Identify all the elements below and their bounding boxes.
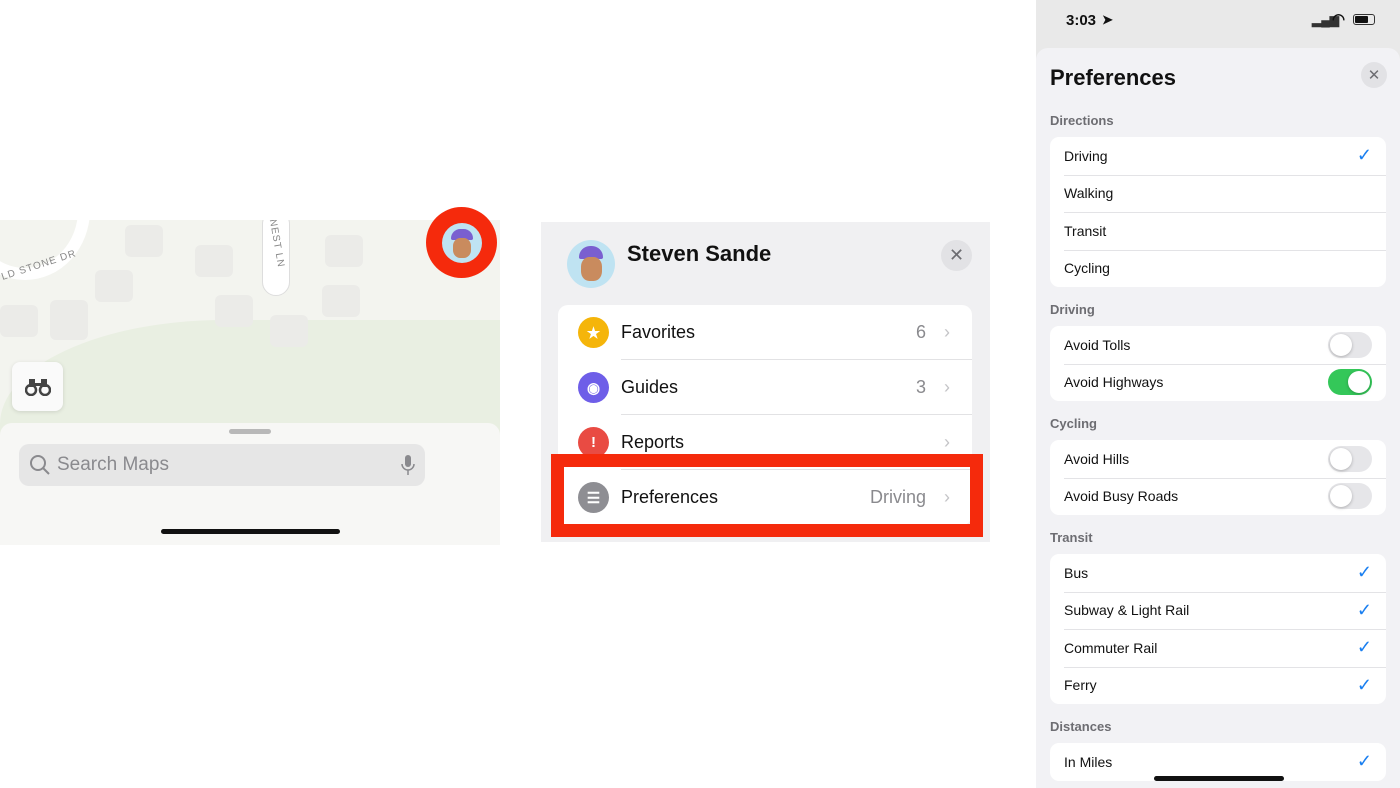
menu-item-favorites[interactable]: ★ Favorites 6 › [558, 305, 972, 360]
settings-group: Bus ✓ Subway & Light Rail ✓ Commuter Rail ✓ Fe… [1050, 554, 1386, 704]
chevron-right-icon: › [944, 322, 950, 342]
settings-row-label: Walking [1064, 185, 1114, 202]
close-button[interactable]: ✕ [1361, 62, 1387, 88]
battery-icon [1353, 14, 1375, 25]
guides-icon: ◉ [578, 372, 609, 403]
menu-item-count: 6 [915, 322, 926, 342]
page-title: Preferences [1050, 65, 1176, 90]
section-header: Driving [1050, 302, 1095, 317]
settings-row-label: Avoid Busy Roads [1064, 488, 1179, 505]
settings-row-label: Driving [1064, 147, 1108, 164]
close-icon: ✕ [948, 245, 965, 265]
settings-row-label: Bus [1064, 564, 1089, 581]
preferences-screen: 3:03 ➤ ▂▄▆ ◠ Preferences ✕ Directions Dri… [1036, 0, 1400, 788]
section-header: Cycling [1050, 416, 1097, 431]
star-icon: ★ [578, 317, 609, 348]
look-around-button[interactable] [12, 362, 63, 411]
settings-row-label: Ferry [1064, 677, 1097, 694]
settings-row[interactable]: Bus ✓ [1050, 554, 1386, 592]
settings-group: In Miles ✓ [1050, 743, 1386, 781]
map-view[interactable]: LD STONE DR NEST LN Search Maps [0, 220, 500, 545]
toggle-switch[interactable] [1328, 331, 1372, 358]
section-header: Distances [1050, 719, 1112, 734]
chevron-right-icon: › [944, 432, 950, 452]
home-indicator [1154, 776, 1284, 781]
highlight-circle [426, 207, 497, 278]
close-button[interactable]: ✕ [941, 240, 972, 271]
settings-row[interactable]: Avoid Highways [1050, 363, 1386, 402]
binoculars-icon [24, 378, 51, 396]
microphone-icon[interactable] [401, 454, 415, 476]
menu-item-label: Reports [621, 432, 685, 452]
preferences-sheet: Preferences ✕ Directions Driving ✓ Walking T… [1036, 48, 1400, 788]
settings-group: Avoid Hills Avoid Busy Roads [1050, 440, 1386, 515]
avatar[interactable] [441, 222, 482, 263]
menu-item-label: Favorites [621, 322, 696, 342]
settings-row-label: Avoid Highways [1064, 374, 1164, 391]
settings-row-label: In Miles [1064, 753, 1113, 770]
settings-row-label: Transit [1064, 222, 1107, 239]
settings-row-label: Commuter Rail [1064, 639, 1158, 656]
menu-item-label: Guides [621, 377, 679, 397]
settings-row-label: Avoid Hills [1064, 450, 1130, 467]
location-arrow-icon: ➤ [1102, 12, 1113, 27]
checkmark-icon: ✓ [1356, 562, 1372, 583]
highlight-box [551, 454, 983, 537]
status-bar: 3:03 ➤ ▂▄▆ ◠ [1036, 0, 1400, 48]
toggle-switch[interactable] [1328, 483, 1372, 510]
settings-group: Avoid Tolls Avoid Highways [1050, 326, 1386, 401]
settings-group: Driving ✓ Walking Transit Cycling [1050, 137, 1386, 287]
menu-item-guides[interactable]: ◉ Guides 3 › [558, 360, 972, 415]
settings-row[interactable]: Avoid Tolls [1050, 326, 1386, 364]
close-icon: ✕ [1367, 67, 1381, 84]
settings-row[interactable]: Driving ✓ [1050, 137, 1386, 175]
settings-row[interactable]: Ferry ✓ [1050, 666, 1386, 705]
settings-row-label: Avoid Tolls [1064, 336, 1131, 353]
settings-row[interactable]: Subway & Light Rail ✓ [1050, 591, 1386, 630]
settings-row[interactable]: Walking [1050, 174, 1386, 213]
search-icon [30, 455, 50, 475]
checkmark-icon: ✓ [1356, 637, 1372, 658]
sheet-grabber[interactable] [229, 429, 271, 434]
user-name: Steven Sande [627, 241, 772, 266]
search-field[interactable]: Search Maps [19, 444, 425, 486]
settings-row[interactable]: Avoid Busy Roads [1050, 477, 1386, 516]
settings-row-label: Subway & Light Rail [1064, 602, 1190, 619]
settings-row[interactable]: Avoid Hills [1050, 440, 1386, 478]
settings-row[interactable]: In Miles ✓ [1050, 743, 1386, 781]
settings-row[interactable]: Cycling [1050, 249, 1386, 288]
toggle-switch[interactable] [1328, 445, 1372, 472]
toggle-switch[interactable] [1328, 369, 1372, 396]
search-sheet: Search Maps [0, 423, 500, 545]
checkmark-icon: ✓ [1356, 599, 1372, 620]
home-indicator [161, 529, 340, 534]
checkmark-icon: ✓ [1356, 751, 1372, 772]
time: 3:03 [1066, 12, 1097, 29]
wifi-icon: ◠ [1332, 11, 1346, 28]
checkmark-icon: ✓ [1356, 674, 1372, 695]
chevron-right-icon: › [944, 377, 950, 397]
menu-item-count: 3 [915, 377, 926, 397]
settings-row[interactable]: Transit [1050, 212, 1386, 250]
search-placeholder: Search Maps [57, 454, 169, 475]
section-header: Directions [1050, 113, 1114, 128]
avatar [567, 240, 615, 288]
section-header: Transit [1050, 530, 1093, 545]
settings-row-label: Cycling [1064, 260, 1110, 277]
settings-row[interactable]: Commuter Rail ✓ [1050, 629, 1386, 667]
checkmark-icon: ✓ [1356, 145, 1372, 166]
